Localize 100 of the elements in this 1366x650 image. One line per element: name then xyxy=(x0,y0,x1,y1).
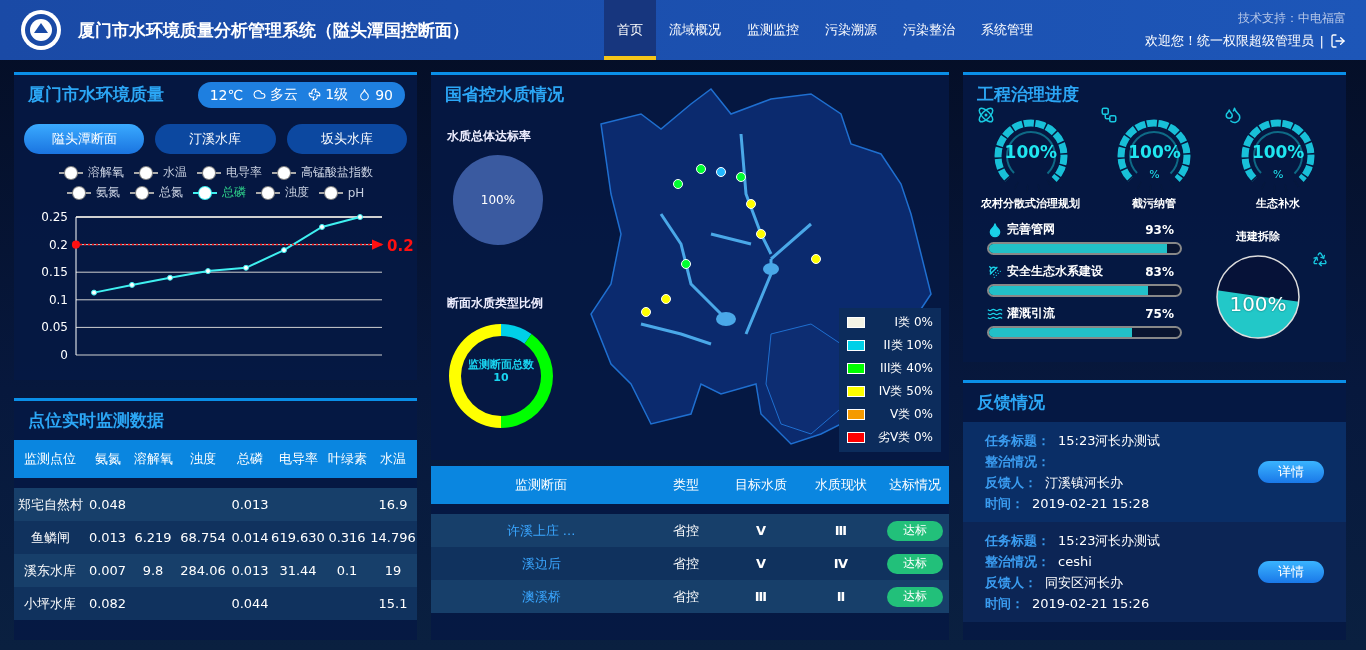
column-header: 总磷 xyxy=(229,440,271,478)
axis-label: 0.05 xyxy=(41,320,68,335)
table-cell: 31.44 xyxy=(271,554,325,587)
table-cell: 鱼鳞闸 xyxy=(14,521,86,554)
temperature-text: 12℃ xyxy=(209,86,244,103)
panel-title: 点位实时监测数据 xyxy=(27,409,165,432)
panel-title: 厦门市水环境质量 xyxy=(27,83,165,106)
table-cell: 0.013 xyxy=(229,488,271,521)
welcome-text: 欢迎您！统一权限超级管理员 xyxy=(1144,32,1314,50)
legend-label: II类 10% xyxy=(882,337,933,354)
table-cell: 19 xyxy=(369,554,417,587)
field-label: 反馈人： xyxy=(985,473,1037,492)
table-cell: 0.007 xyxy=(86,554,129,587)
panel-title: 工程治理进度 xyxy=(976,83,1080,106)
field-value: ceshi xyxy=(1058,554,1092,569)
table-cell: 0.013 xyxy=(86,521,129,554)
field-value: 15:23河长办测试 xyxy=(1058,531,1161,550)
column-header: 叶绿素 xyxy=(325,440,369,478)
table-cell: 省控 xyxy=(651,580,721,613)
field-value: 2019-02-21 15:28 xyxy=(1032,496,1150,511)
sky-text: 多云 xyxy=(270,85,299,104)
legend-label: I类 0% xyxy=(893,314,933,331)
legend-label: 劣V类 0% xyxy=(876,429,933,446)
axis-label: 0.1 xyxy=(48,292,68,307)
table-cell: 0.316 xyxy=(325,521,369,554)
progress-label: 灌溉引流 xyxy=(1007,305,1056,322)
table-cell: 0.082 xyxy=(86,587,129,620)
column-header: 目标水质 xyxy=(721,466,801,504)
table-cell: 68.754 xyxy=(177,521,229,554)
column-header: 达标情况 xyxy=(881,466,949,504)
table-cell: Ⅳ xyxy=(801,547,881,580)
gauge-value: 100% xyxy=(1003,142,1059,162)
axis-label: 0.2 xyxy=(48,237,68,252)
table-cell: Ⅲ xyxy=(801,514,881,547)
gauge-value: 100% xyxy=(1127,142,1182,162)
separator: | xyxy=(1319,33,1324,49)
field-value: 汀溪镇河长办 xyxy=(1045,473,1123,492)
axis-label: 0 xyxy=(60,348,68,361)
field-value: 15:23河长办测试 xyxy=(1058,431,1161,450)
progress-label: 安全生态水系建设 xyxy=(1007,263,1104,280)
field-label: 整治情况： xyxy=(985,452,1050,471)
progress-label: 完善管网 xyxy=(1007,221,1056,238)
legend-label: III类 40% xyxy=(878,360,933,377)
table-cell: 284.06 xyxy=(177,554,229,587)
table-cell: 14.796 xyxy=(369,521,417,554)
humidity-text: 90 xyxy=(375,86,393,103)
axis-label: 0.15 xyxy=(41,265,68,280)
field-label: 任务标题： xyxy=(985,431,1050,450)
axis-label: 0.25 xyxy=(41,210,68,224)
column-header: 浊度 xyxy=(177,440,229,478)
progress-percent: 83% xyxy=(1145,264,1174,279)
app-title: 厦门市水环境质量分析管理系统（隘头潭国控断面） xyxy=(78,18,470,42)
gauge-unit: % xyxy=(1148,168,1161,181)
gauge-unit: % xyxy=(1271,168,1285,181)
panel-title: 国省控水质情况 xyxy=(444,83,565,106)
table-cell: 6.219 xyxy=(129,521,177,554)
donut-label: 监测断面总数 xyxy=(468,358,534,371)
gauge-label: 截污纳管 xyxy=(1132,196,1177,211)
column-header: 监测点位 xyxy=(14,440,86,478)
field-label: 时间： xyxy=(985,594,1024,613)
chart-title: 水质总体达标率 xyxy=(447,128,532,145)
table-cell: Ⅴ xyxy=(721,547,801,580)
field-label: 整治情况： xyxy=(985,552,1050,571)
table-cell: 0.013 xyxy=(229,554,271,587)
column-header: 溶解氧 xyxy=(129,440,177,478)
threshold-label: 0.2 xyxy=(387,236,414,255)
gauge-value: 100% xyxy=(1250,142,1306,162)
table-cell: 9.8 xyxy=(129,554,177,587)
column-header: 电导率 xyxy=(271,440,325,478)
gauge-label: 农村分散式治理规划 xyxy=(981,196,1081,211)
support-text: 技术支持：中电福富 xyxy=(1238,10,1346,27)
table-cell: 溪东水库 xyxy=(14,554,86,587)
table-cell: 619.630 xyxy=(271,521,325,554)
progress-percent: 75% xyxy=(1145,306,1174,321)
table-cell: 省控 xyxy=(651,547,721,580)
table-cell: 0.048 xyxy=(86,488,129,521)
column-header: 类型 xyxy=(651,466,721,504)
field-label: 时间： xyxy=(985,494,1024,513)
legend-label: V类 0% xyxy=(888,406,933,423)
field-label: 反馈人： xyxy=(985,573,1037,592)
progress-percent: 93% xyxy=(1145,222,1174,237)
gauge-label: 违建拆除 xyxy=(1236,229,1280,244)
table-cell: 16.9 xyxy=(369,488,417,521)
table-cell: 0.014 xyxy=(229,521,271,554)
legend-label: IV类 50% xyxy=(877,383,933,400)
column-header: 水温 xyxy=(369,440,417,478)
column-header: 监测断面 xyxy=(431,466,651,504)
gauge-label: 生态补水 xyxy=(1256,196,1301,211)
table-cell: Ⅴ xyxy=(721,514,801,547)
field-value: 同安区河长办 xyxy=(1045,573,1123,592)
table-cell: 小坪水库 xyxy=(14,587,86,620)
table-cell: 0.044 xyxy=(229,587,271,620)
pie-label: 100% xyxy=(479,193,517,207)
table-cell: 15.1 xyxy=(369,587,417,620)
field-label: 任务标题： xyxy=(985,531,1050,550)
panel-title: 反馈情况 xyxy=(976,391,1046,414)
table-cell: 郑宅自然村 xyxy=(14,488,86,521)
gauge-value: 100% xyxy=(1228,292,1288,316)
table-cell: 省控 xyxy=(651,514,721,547)
column-header: 氨氮 xyxy=(86,440,129,478)
